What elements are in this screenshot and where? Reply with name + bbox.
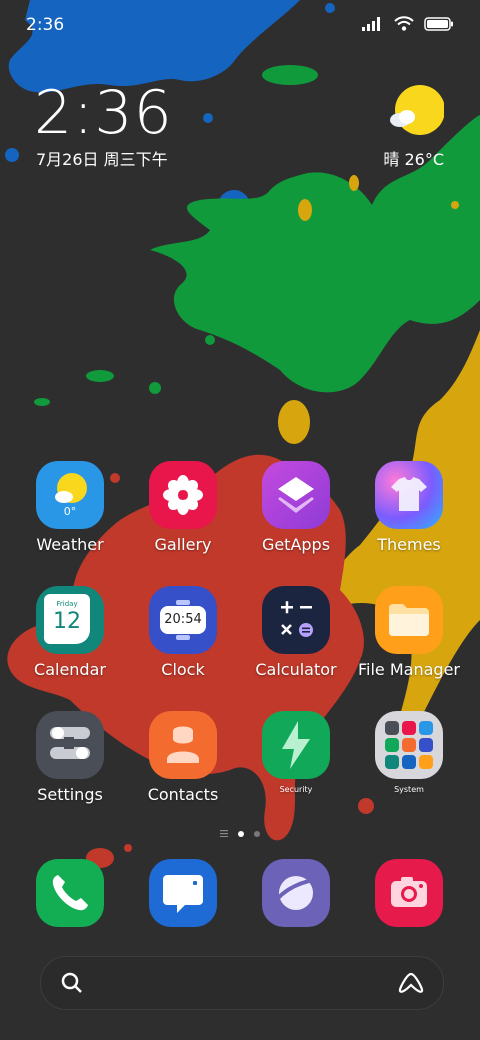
folder-icon (375, 586, 443, 654)
app-label: GetApps (261, 535, 331, 554)
battery-icon (424, 16, 453, 31)
app-clock[interactable]: 20:54 Clock (127, 586, 239, 679)
search-bar[interactable] (40, 956, 444, 1010)
calendar-icon: Friday 12 (36, 586, 104, 654)
signal-icon (362, 16, 380, 31)
app-label: Weather (36, 535, 104, 554)
dock-camera-app[interactable] (375, 859, 443, 927)
app-label: Calculator (255, 660, 337, 679)
calendar-day: 12 (53, 609, 81, 634)
app-security[interactable]: Security (240, 711, 352, 794)
clock-app-time: 20:54 (164, 612, 202, 627)
page-dot-active[interactable] (238, 830, 244, 837)
toggles-icon (36, 711, 104, 779)
status-time: 2:36 (26, 15, 65, 35)
dock-browser-app[interactable] (262, 859, 330, 927)
app-contacts[interactable]: Contacts (127, 711, 239, 804)
person-icon (149, 711, 217, 779)
app-weather[interactable]: 0° Weather (14, 461, 126, 554)
shirt-icon (375, 461, 443, 529)
weather-icon: 0° (36, 461, 104, 529)
camera-icon (391, 877, 427, 907)
status-bar: 2:36 (0, 0, 480, 48)
message-icon (163, 875, 203, 913)
app-label: File Manager (358, 660, 460, 679)
weather-widget-text[interactable]: 晴 26°C (383, 146, 444, 170)
app-vault-icon[interactable] (397, 971, 425, 995)
bolt-icon (262, 711, 330, 779)
weather-widget[interactable] (388, 84, 445, 142)
planet-icon (272, 876, 321, 910)
weather-app-temp: 0° (63, 505, 77, 518)
app-calculator[interactable]: Calculator (240, 586, 352, 679)
clock-icon: 20:54 (149, 586, 217, 654)
app-label: Gallery (154, 535, 212, 554)
phone-icon (52, 875, 88, 911)
app-calendar[interactable]: Friday 12 Calendar (14, 586, 126, 679)
dock-messages-app[interactable] (149, 859, 217, 927)
calendar-weekday: Friday (56, 600, 78, 608)
dock-phone-app[interactable] (36, 859, 104, 927)
app-label: Security (279, 785, 313, 794)
sun-icon (390, 85, 445, 135)
app-file-manager[interactable]: File Manager (353, 586, 465, 679)
app-label: Clock (161, 660, 205, 679)
layers-icon (262, 461, 330, 529)
app-label: Themes (377, 535, 441, 554)
weather-temperature: 26°C (404, 150, 444, 169)
calculator-icon (262, 586, 330, 654)
page-dot[interactable] (254, 830, 260, 837)
app-label: Calendar (34, 660, 106, 679)
app-label: Settings (37, 785, 103, 804)
clock-widget-time[interactable]: 2:36 (34, 78, 173, 148)
clock-widget-date[interactable]: 7月26日 周三下午 (36, 146, 168, 170)
weather-condition: 晴 (383, 150, 400, 169)
app-settings[interactable]: Settings (14, 711, 126, 804)
app-label: Contacts (147, 785, 219, 804)
status-icons (362, 16, 454, 31)
app-getapps[interactable]: GetApps (240, 461, 352, 554)
app-label: System (394, 785, 424, 794)
folder-grid-icon (375, 711, 443, 779)
app-folder-system[interactable]: System (353, 711, 465, 794)
page-indicator[interactable] (0, 830, 480, 837)
menu-lines-icon[interactable] (220, 830, 228, 837)
app-gallery[interactable]: Gallery (127, 461, 239, 554)
wifi-icon (394, 16, 414, 31)
flower-icon (149, 461, 217, 529)
search-icon[interactable] (61, 972, 83, 994)
app-themes[interactable]: Themes (353, 461, 465, 554)
